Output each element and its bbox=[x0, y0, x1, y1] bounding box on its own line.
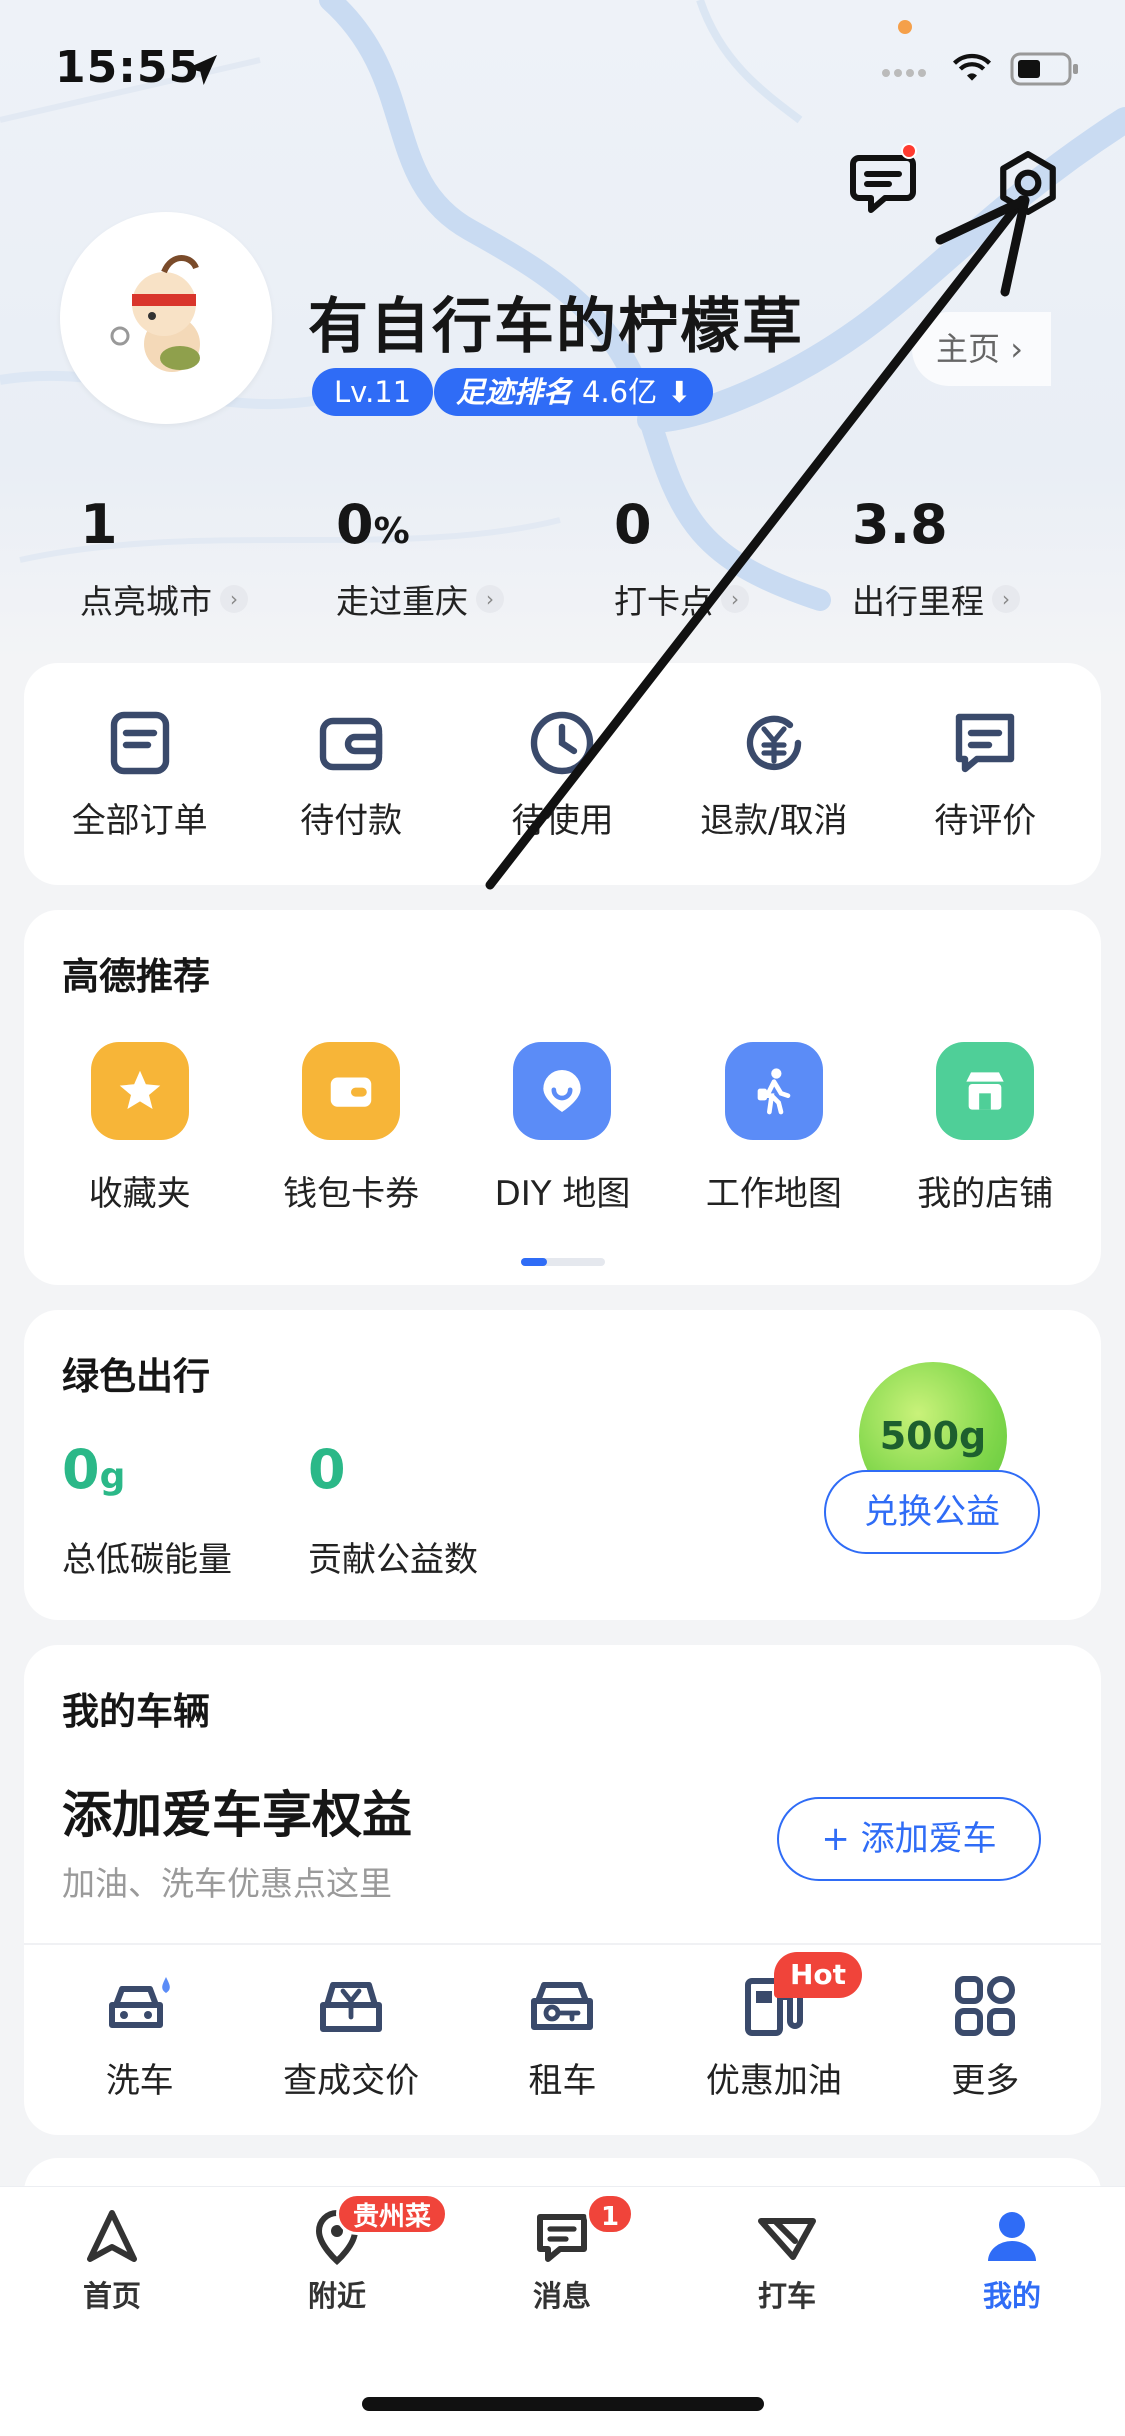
hot-badge: Hot bbox=[774, 1952, 863, 1998]
divider bbox=[24, 1943, 1101, 1945]
stat-label: 走过重庆 bbox=[336, 582, 468, 621]
favorites-button[interactable]: 收藏夹 bbox=[35, 1042, 245, 1215]
rank-value: 4.6亿 bbox=[582, 375, 658, 409]
order-pending-use-button[interactable]: 待使用 bbox=[457, 707, 667, 842]
car-wash-button[interactable]: 洗车 bbox=[35, 1973, 245, 2102]
refund-yen-icon bbox=[746, 715, 802, 771]
exchange-charity-button[interactable]: 兑换公益 bbox=[824, 1470, 1040, 1554]
homepage-label: 主页 bbox=[936, 330, 1001, 368]
location-arrow-icon bbox=[187, 55, 217, 85]
stat-value: 1 bbox=[80, 493, 118, 556]
order-pending-review-button[interactable]: 待评价 bbox=[880, 707, 1090, 842]
username: 有自行车的柠檬草 bbox=[308, 292, 804, 362]
settings-button[interactable] bbox=[990, 145, 1066, 221]
clock-icon bbox=[531, 711, 594, 775]
more-services-button[interactable]: 更多 bbox=[880, 1973, 1090, 2102]
homepage-link[interactable]: 主页 › bbox=[912, 312, 1051, 386]
settings-icon bbox=[1000, 151, 1056, 215]
my-vehicle-card: 我的车辆 添加爱车享权益 加油、洗车优惠点这里 + 添加爱车 洗车 查成交价 租… bbox=[24, 1645, 1101, 2135]
stat-lit-cities[interactable]: 1 点亮城市 › bbox=[80, 490, 248, 623]
work-map-button[interactable]: 工作地图 bbox=[669, 1042, 879, 1215]
car-rental-icon bbox=[531, 1982, 594, 2030]
card-title: 我的车辆 bbox=[62, 1690, 210, 1733]
nearby-badge: 贵州菜 bbox=[336, 2193, 449, 2235]
arrow-down-icon: ⬇ bbox=[667, 375, 692, 409]
chevron-right-icon: › bbox=[476, 585, 504, 613]
messages-badge: 1 bbox=[586, 2193, 635, 2235]
donate-label: 贡献公益数 bbox=[308, 1540, 478, 1580]
chevron-right-icon: › bbox=[992, 585, 1020, 613]
chevron-right-icon: › bbox=[1010, 330, 1023, 368]
home-indicator bbox=[362, 2397, 764, 2411]
add-car-button[interactable]: + 添加爱车 bbox=[777, 1797, 1041, 1881]
avatar-illustration bbox=[110, 255, 200, 372]
tab-home[interactable]: 首页 bbox=[32, 2207, 192, 2315]
donate-value: 0 bbox=[308, 1438, 346, 1501]
wallet-icon bbox=[319, 717, 383, 771]
notification-dot bbox=[901, 143, 917, 159]
stat-value: 0% bbox=[336, 493, 410, 556]
vehicle-headline: 添加爱车享权益 bbox=[62, 1786, 412, 1844]
user-icon bbox=[988, 2212, 1036, 2261]
card-title: 高德推荐 bbox=[62, 955, 210, 998]
vehicle-subtitle: 加油、洗车优惠点这里 bbox=[62, 1864, 392, 1903]
status-icons bbox=[880, 52, 1080, 86]
wallet-card-icon bbox=[302, 1042, 401, 1140]
star-icon bbox=[90, 1042, 189, 1140]
stat-value: 3.8 bbox=[852, 493, 948, 556]
diy-map-icon bbox=[513, 1042, 612, 1140]
rank-label: 足迹排名 bbox=[456, 375, 573, 409]
avatar[interactable] bbox=[60, 212, 272, 424]
stat-visited-chongqing[interactable]: 0% 走过重庆 › bbox=[336, 490, 504, 623]
green-travel-card[interactable]: 绿色出行 0g 总低碳能量 0 贡献公益数 500g 兑换公益 bbox=[24, 1310, 1101, 1620]
orders-card: 全部订单 待付款 待使用 退款/取消 待评价 bbox=[24, 663, 1101, 885]
privacy-indicator bbox=[898, 20, 912, 34]
order-refund-button[interactable]: 退款/取消 bbox=[669, 707, 879, 842]
wifi-icon bbox=[952, 53, 992, 81]
stat-label: 打卡点 bbox=[614, 582, 713, 621]
energy-value: 0g bbox=[62, 1438, 126, 1501]
car-rental-button[interactable]: 租车 bbox=[457, 1973, 667, 2102]
diy-map-button[interactable]: DIY 地图 bbox=[457, 1042, 667, 1215]
navigate-icon bbox=[87, 2210, 137, 2262]
cellular-icon bbox=[882, 69, 926, 77]
message-center-button[interactable] bbox=[845, 143, 921, 221]
order-list-icon bbox=[110, 711, 169, 775]
stat-label: 出行里程 bbox=[852, 582, 984, 621]
stat-checkin-points[interactable]: 0 打卡点 › bbox=[614, 490, 749, 623]
gaode-recommend-card: 高德推荐 收藏夹 钱包卡券 DIY 地图 工作地图 我的店铺 bbox=[24, 910, 1101, 1285]
tab-taxi[interactable]: 打车 bbox=[707, 2207, 867, 2315]
check-price-button[interactable]: 查成交价 bbox=[246, 1973, 456, 2102]
shop-icon bbox=[936, 1042, 1035, 1140]
my-shop-button[interactable]: 我的店铺 bbox=[880, 1042, 1090, 1215]
car-wash-icon bbox=[108, 1977, 170, 2028]
message-icon bbox=[537, 2214, 587, 2262]
wallet-coupons-button[interactable]: 钱包卡券 bbox=[246, 1042, 456, 1215]
rank-badge[interactable]: 足迹排名 4.6亿 ⬇ bbox=[434, 368, 714, 416]
work-map-icon bbox=[724, 1042, 823, 1140]
stat-value: 0 bbox=[614, 493, 652, 556]
taxi-icon bbox=[758, 2218, 816, 2260]
order-all-button[interactable]: 全部订单 bbox=[35, 707, 245, 842]
battery-icon bbox=[1010, 52, 1078, 86]
level-badge[interactable]: Lv.11 bbox=[312, 368, 434, 416]
status-bar: 15:55 bbox=[0, 0, 1125, 140]
page-indicator bbox=[521, 1258, 605, 1266]
chevron-right-icon: › bbox=[220, 585, 248, 613]
chevron-right-icon: › bbox=[721, 585, 749, 613]
order-pending-payment-button[interactable]: 待付款 bbox=[246, 707, 456, 842]
tab-mine[interactable]: 我的 bbox=[932, 2207, 1092, 2315]
stat-travel-distance[interactable]: 3.8 出行里程 › bbox=[852, 490, 1020, 623]
price-yen-icon bbox=[320, 1982, 383, 2032]
card-title: 绿色出行 bbox=[62, 1355, 210, 1398]
review-icon bbox=[956, 713, 1015, 773]
status-time: 15:55 bbox=[55, 42, 201, 93]
stats-row: 1 点亮城市 › 0% 走过重庆 › 0 打卡点 › 3.8 出行里程 › bbox=[0, 490, 1125, 623]
energy-label: 总低碳能量 bbox=[62, 1540, 232, 1580]
stat-label: 点亮城市 bbox=[80, 582, 212, 621]
message-icon bbox=[850, 155, 916, 213]
grid-more-icon bbox=[955, 1976, 1016, 2036]
